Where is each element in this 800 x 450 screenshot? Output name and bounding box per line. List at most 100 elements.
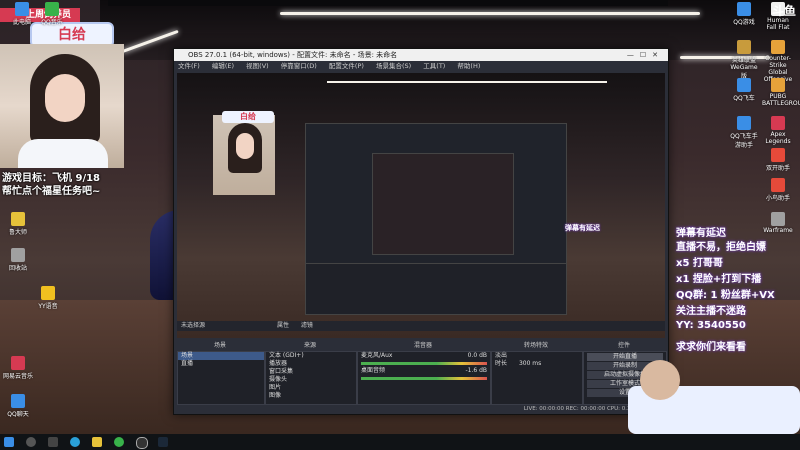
- game-icon: [771, 116, 785, 130]
- transitions-dock: 淡出 时长 300 ms: [491, 351, 583, 405]
- edge-icon[interactable]: [70, 437, 80, 447]
- recycle-bin-icon: [11, 248, 25, 262]
- transition-duration[interactable]: 时长 300 ms: [492, 360, 582, 368]
- windows-start-icon[interactable]: [4, 437, 14, 447]
- desktop-icon-qq[interactable]: QQ聊天: [2, 394, 34, 418]
- start-streaming-button[interactable]: 开始直播: [587, 353, 663, 361]
- desktop-icon-qq-music[interactable]: QQ音乐: [36, 2, 68, 26]
- source-item[interactable]: 文本 (GDI+): [266, 352, 356, 360]
- game-icon: [737, 78, 751, 92]
- goal-text: 游戏目标：飞机 9/18 帮忙点个福星任务吧~: [2, 172, 122, 198]
- scenes-dock: 场景 直播: [177, 351, 265, 405]
- overlay-line-1: 弹幕有延迟: [676, 228, 726, 239]
- overlay-line-3: x5 打哥哥: [676, 258, 723, 269]
- menu-docks[interactable]: 停靠窗口(D): [281, 62, 317, 70]
- overlay-line-6: 关注主播不迷路: [676, 306, 746, 317]
- desktop-icon-lol[interactable]: 英雄联盟 WeGame版: [728, 40, 760, 80]
- desktop-icon-dual-open[interactable]: 双开助手: [762, 148, 794, 172]
- goal-line-2: 帮忙点个福星任务吧~: [2, 186, 101, 197]
- overlay-line-2: 直播不易，拒绝白嫖: [676, 242, 766, 253]
- game-icon: [737, 2, 751, 16]
- nested-obs-preview-2: [372, 153, 514, 255]
- webcam-feed: [0, 44, 124, 168]
- desktop-icon-ludashi[interactable]: 鲁大师: [2, 212, 34, 236]
- desktop-icon-apex[interactable]: Apex Legends: [762, 116, 794, 145]
- overlay-line-7: YY: 3540550: [676, 320, 746, 331]
- menu-scene-collection[interactable]: 场景集合(S): [376, 62, 411, 70]
- obs-icon[interactable]: [136, 437, 148, 449]
- source-item[interactable]: 窗口采集: [266, 368, 356, 376]
- goal-line-1: 游戏目标：飞机 9/18: [2, 173, 101, 184]
- obs-preview[interactable]: 白给 弹幕有延迟: [177, 73, 665, 338]
- menu-view[interactable]: 视图(V): [246, 62, 269, 70]
- overlay-line-5: QQ群: 1 粉丝群+VX: [676, 290, 775, 301]
- sources-dock: 文本 (GDI+) 播放器 窗口采集 摄像头 图片 图像: [265, 351, 357, 405]
- qq-icon: [11, 394, 25, 408]
- desktop-icon-netease-music[interactable]: 网易云音乐: [2, 356, 34, 380]
- obs-window: OBS 27.0.1 (64-bit, windows) - 配置文件: 未命名…: [173, 48, 669, 415]
- transitions-header: 转场特效: [523, 342, 548, 349]
- mixer-header: 混音器: [413, 342, 432, 349]
- nested-obs-docks: [305, 263, 567, 315]
- file-explorer-icon[interactable]: [92, 437, 102, 447]
- desktop-icon-recycle-bin[interactable]: 回收站: [2, 248, 34, 272]
- volume-meter[interactable]: [361, 362, 487, 365]
- steam-icon[interactable]: [158, 437, 168, 447]
- transition-type-select[interactable]: 淡出: [492, 352, 582, 360]
- source-item[interactable]: 摄像头: [266, 376, 356, 384]
- overlay-line-4: x1 捏脸+打到下播: [676, 274, 762, 285]
- desktop-icon-yy[interactable]: YY语音: [32, 286, 64, 310]
- desktop-icon-qq-speed[interactable]: QQ飞车: [728, 78, 760, 102]
- wechat-icon[interactable]: [114, 437, 124, 447]
- volume-meter[interactable]: [361, 377, 487, 380]
- taskbar: [0, 434, 800, 450]
- window-title: OBS 27.0.1 (64-bit, windows) - 配置文件: 未命名…: [188, 51, 398, 59]
- top-bar: [108, 0, 668, 6]
- scene-item[interactable]: 直播: [178, 360, 264, 368]
- desktop-icon-helper[interactable]: 小鸟助手: [762, 178, 794, 202]
- app-icon: [11, 212, 25, 226]
- mixer-track-mic: 麦克风/Aux 0.0 dB: [361, 352, 487, 359]
- overlay-line-8: 求求你们来看看: [676, 342, 746, 353]
- task-view-icon[interactable]: [48, 437, 58, 447]
- preview-webcam: [213, 115, 275, 195]
- window-controls[interactable]: —☐✕: [627, 49, 664, 61]
- obs-docks: 场景 场景 直播 来源 文本 (GDI+) 播放器 窗口采集 摄像头 图片 图像…: [177, 341, 667, 411]
- sources-header: 来源: [303, 342, 316, 349]
- app-icon: [771, 178, 785, 192]
- desktop-icon-qq-game[interactable]: QQ游戏: [728, 2, 760, 26]
- filters-button[interactable]: 滤镜: [301, 322, 313, 329]
- obs-status-bar: LIVE: 00:00:00 REC: 00:00:00 CPU: 0.3%, …: [523, 406, 665, 412]
- preview-streamer-name: 白给: [222, 111, 274, 123]
- desktop-icon-qq-speed-helper[interactable]: QQ飞车手游助手: [728, 116, 760, 149]
- app-icon: [771, 148, 785, 162]
- desktop-icon-csgo[interactable]: Counter-Strike Global Offensive: [762, 40, 794, 83]
- menu-file[interactable]: 文件(F): [178, 62, 200, 70]
- properties-button[interactable]: 属性: [277, 322, 289, 329]
- game-icon: [737, 40, 751, 54]
- desktop-icon-this-pc[interactable]: 此电脑: [6, 2, 38, 26]
- source-item[interactable]: 图片: [266, 384, 356, 392]
- music-icon: [45, 2, 59, 16]
- menu-edit[interactable]: 编辑(E): [212, 62, 234, 70]
- source-item[interactable]: 图像: [266, 392, 356, 400]
- scenes-header: 场景: [213, 342, 226, 349]
- source-item[interactable]: 播放器: [266, 360, 356, 368]
- computer-icon: [15, 2, 29, 16]
- game-icon: [771, 40, 785, 54]
- search-icon[interactable]: [26, 437, 36, 447]
- game-icon: [737, 116, 751, 130]
- mixer-dock: 麦克风/Aux 0.0 dB 桌面音频 -1.6 dB: [357, 351, 491, 405]
- menu-tools[interactable]: 工具(T): [423, 62, 445, 70]
- obs-menubar: 文件(F) 编辑(E) 视图(V) 停靠窗口(D) 配置文件(P) 场景集合(S…: [174, 61, 668, 71]
- no-source-label: 未选择源: [181, 322, 206, 329]
- source-toolbar: 未选择源 属性 滤镜: [177, 321, 665, 331]
- yy-icon: [41, 286, 55, 300]
- music-icon: [11, 356, 25, 370]
- obs-titlebar[interactable]: OBS 27.0.1 (64-bit, windows) - 配置文件: 未命名…: [174, 49, 668, 61]
- desktop-icon-warframe[interactable]: Warframe: [762, 212, 794, 234]
- desktop-icon-pubg[interactable]: PUBG BATTLEGROUNDS: [762, 78, 800, 107]
- scene-item[interactable]: 场景: [178, 352, 264, 360]
- menu-profile[interactable]: 配置文件(P): [329, 62, 364, 70]
- menu-help[interactable]: 帮助(H): [457, 62, 480, 70]
